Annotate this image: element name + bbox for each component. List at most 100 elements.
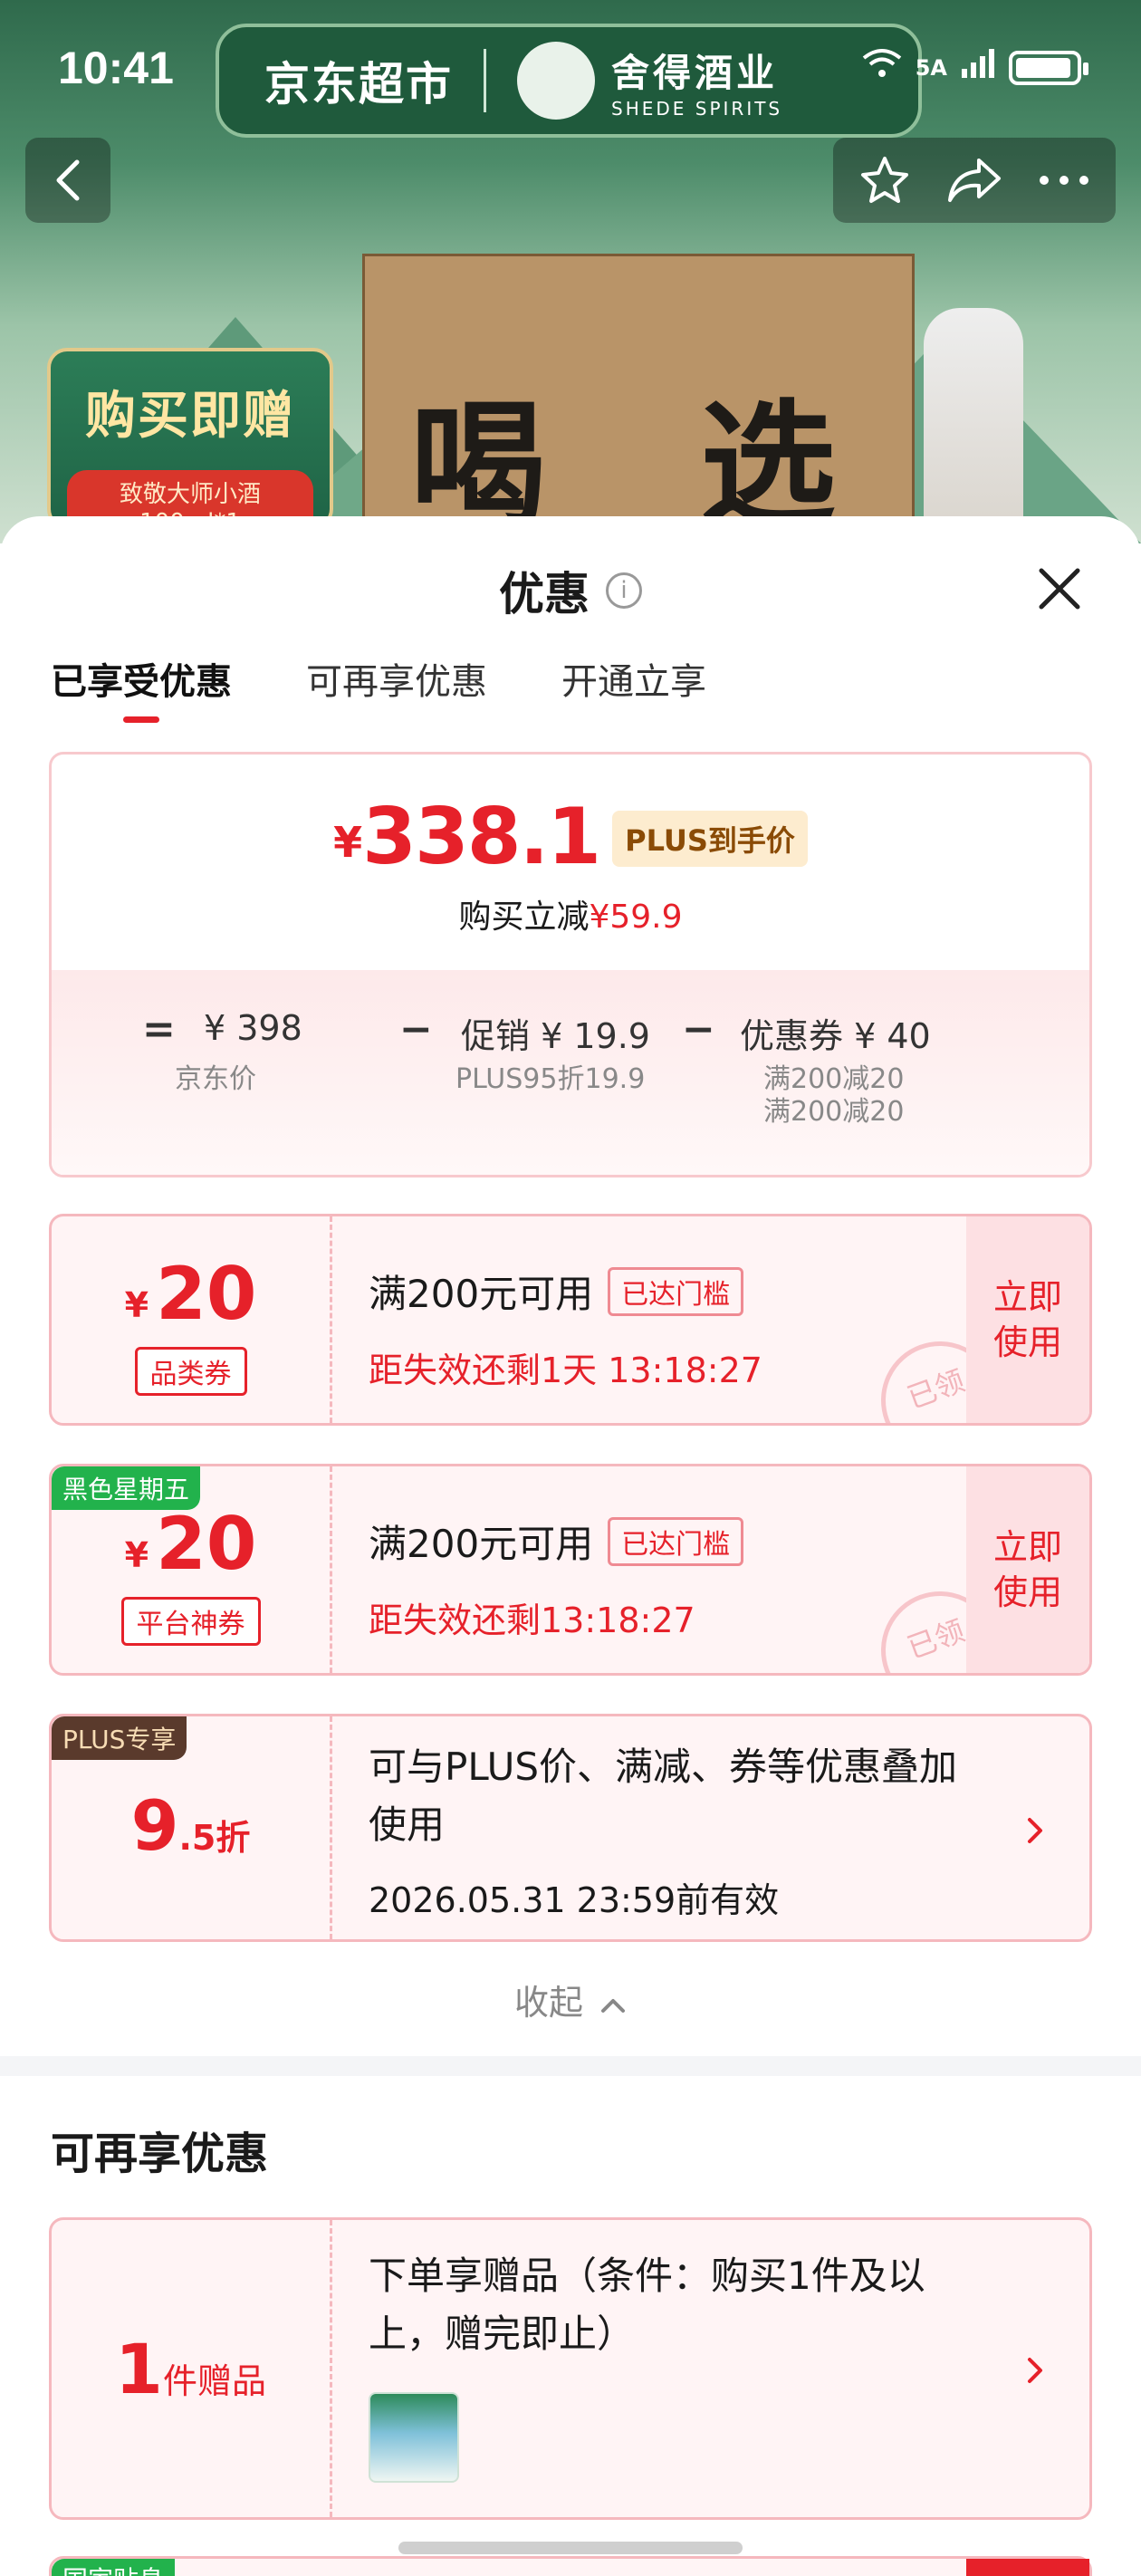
gift-description: 下单享赠品（条件：购买1件及以上，赠完即止） bbox=[369, 2254, 925, 2356]
back-arrow-icon bbox=[56, 159, 80, 201]
gift-promo-badge: 购买即赠 致敬大师小酒100ml*1 bbox=[47, 348, 333, 542]
gift-unit: 件赠品 bbox=[162, 2361, 266, 2401]
coupon-condition-text: 满200元可用 bbox=[369, 1272, 594, 1316]
discount-integer: 9 bbox=[130, 1785, 179, 1866]
chevron-right-icon bbox=[1028, 2358, 1042, 2383]
collapse-label: 收起 bbox=[513, 1983, 583, 2023]
chevron-up-icon bbox=[601, 1999, 626, 2013]
threshold-badge: 已达门槛 bbox=[608, 1516, 744, 1566]
coupon-type-badge: 品类券 bbox=[134, 1347, 247, 1396]
collapse-button[interactable]: 收起 bbox=[0, 1975, 1141, 2024]
close-icon bbox=[1039, 568, 1080, 610]
gift-product-thumbnail bbox=[369, 2392, 459, 2483]
coupon-card: ¥ 20 平台神券 黑色星期五 满200元可用 已达门槛 距失效还剩13:18:… bbox=[49, 1464, 1092, 1676]
coupon-condition: 满200减20 bbox=[763, 1063, 905, 1095]
tab-open-to-enjoy[interactable]: 开通立享 bbox=[561, 652, 706, 723]
final-price: ¥ 338.1 PLUS到手价 bbox=[52, 798, 1089, 876]
reduction-amount: ¥59.9 bbox=[589, 899, 683, 936]
coupon-condition-text: 满200元可用 bbox=[369, 1522, 594, 1566]
plus-discount-card[interactable]: 9.5折 PLUS专享 可与PLUS价、满减、券等优惠叠加使用 2026.05.… bbox=[49, 1714, 1092, 1942]
discount-fraction: .5折 bbox=[178, 1818, 251, 1858]
wifi-icon bbox=[861, 47, 903, 88]
coupon-card: ¥ 20 品类券 满200元可用 已达门槛 距失效还剩1天 13:18:27 已… bbox=[49, 1214, 1092, 1426]
currency-symbol: ¥ bbox=[124, 1285, 149, 1325]
coupon-info: 满200元可用 已达门槛 距失效还剩1天 13:18:27 bbox=[369, 1264, 762, 1392]
coupon-condition: 满200元可用 已达门槛 bbox=[369, 1264, 762, 1319]
sheet-title-text: 优惠 bbox=[499, 568, 590, 620]
discount-sheet: 优惠 i 已享受优惠 可再享优惠 开通立享 ¥ 338.1 PLUS到手价 购买立… bbox=[0, 516, 1141, 2576]
promotion-label: PLUS95折19.9 bbox=[455, 1063, 646, 1095]
status-time: 10:41 bbox=[58, 43, 174, 93]
coupon-amount-area: ¥ 20 品类券 bbox=[52, 1216, 332, 1423]
promotion-value: 促销 ¥ 19.9 bbox=[461, 1016, 650, 1056]
coupon-info: 满200元可用 已达门槛 距失效还剩13:18:27 bbox=[369, 1514, 744, 1642]
national-subsidy-tag: 国家贴息 bbox=[52, 2559, 176, 2576]
threshold-badge: 已达门槛 bbox=[608, 1266, 744, 1316]
box-character: 喝 bbox=[410, 388, 547, 543]
home-indicator[interactable] bbox=[398, 2542, 743, 2554]
more-button[interactable] bbox=[1023, 139, 1105, 221]
product-bottle-image bbox=[924, 308, 1023, 543]
reduction-label: 购买立减 bbox=[458, 899, 590, 936]
currency-symbol: ¥ bbox=[333, 818, 363, 867]
equals-sign: = bbox=[142, 1006, 176, 1053]
next-discount-card[interactable]: 国家贴息 bbox=[49, 2556, 1092, 2576]
more-discounts-title: 可再享优惠 bbox=[51, 2129, 269, 2179]
use-coupon-button[interactable]: 立即使用 bbox=[966, 1216, 1089, 1423]
coupon-amount-value: 20 bbox=[156, 1252, 257, 1336]
price-breakdown: = ¥ 398 京东价 − 促销 ¥ 19.9 PLUS95折19.9 − 优惠… bbox=[52, 970, 1089, 1175]
instant-reduction: 购买立减¥59.9 bbox=[52, 890, 1089, 937]
coupon-amount: ¥ 20 bbox=[52, 1258, 330, 1331]
use-coupon-label: 立即使用 bbox=[992, 1277, 1062, 1362]
use-coupon-label: 立即使用 bbox=[992, 1527, 1062, 1612]
status-icons: 5A bbox=[861, 47, 1088, 88]
back-button[interactable] bbox=[25, 138, 110, 223]
section-divider bbox=[0, 2056, 1141, 2076]
star-icon bbox=[861, 157, 909, 203]
minus-sign: − bbox=[682, 1006, 715, 1053]
coupon-type-badge: 平台神券 bbox=[120, 1597, 261, 1646]
plus-exclusive-tag: PLUS专享 bbox=[52, 1716, 187, 1760]
jd-price-value: ¥ 398 bbox=[204, 1008, 302, 1048]
coupon-value: 优惠券 ¥ 40 bbox=[740, 1016, 931, 1056]
currency-symbol: ¥ bbox=[124, 1535, 149, 1575]
price-summary-card: ¥ 338.1 PLUS到手价 购买立减¥59.9 = ¥ 398 京东价 − … bbox=[49, 752, 1092, 1177]
tab-enjoyed[interactable]: 已享受优惠 bbox=[51, 652, 232, 723]
signal-icon bbox=[960, 47, 996, 88]
gift-card[interactable]: 1件赠品 下单享赠品（条件：购买1件及以上，赠完即止） bbox=[49, 2217, 1092, 2520]
chevron-right-icon bbox=[1028, 1818, 1042, 1843]
more-icon bbox=[1039, 176, 1088, 185]
top-actions bbox=[833, 138, 1116, 223]
sheet-title: 优惠 i bbox=[0, 558, 1141, 623]
coupon-amount-value: 20 bbox=[156, 1502, 257, 1586]
coupon-expiry: 距失效还剩1天 13:18:27 bbox=[369, 1350, 762, 1390]
share-button[interactable] bbox=[934, 139, 1015, 221]
status-bar: 10:41 5A bbox=[0, 0, 1141, 136]
battery-icon bbox=[1009, 50, 1088, 85]
product-box-image: 喝 选 bbox=[362, 254, 915, 543]
share-icon bbox=[947, 159, 1001, 202]
next-card-action bbox=[966, 2559, 1089, 2576]
tab-more-available[interactable]: 可再享优惠 bbox=[306, 652, 487, 723]
final-price-value: 338.1 bbox=[362, 792, 601, 882]
coupon-expiry: 距失效还剩13:18:27 bbox=[369, 1600, 695, 1640]
discount-tabs: 已享受优惠 可再享优惠 开通立享 bbox=[51, 652, 706, 723]
info-icon[interactable]: i bbox=[606, 572, 642, 609]
gift-count-area: 1件赠品 bbox=[52, 2220, 332, 2517]
black-friday-tag: 黑色星期五 bbox=[52, 1466, 201, 1510]
network-type: 5A bbox=[915, 54, 947, 81]
promo-title: 购买即赠 bbox=[85, 387, 295, 446]
coupon-amount: ¥ 20 bbox=[52, 1508, 330, 1581]
coupon-condition: 满200减20 bbox=[763, 1096, 905, 1128]
plus-discount-description: 可与PLUS价、满减、券等优惠叠加使用 bbox=[369, 1745, 958, 1847]
jd-price-label: 京东价 bbox=[175, 1063, 256, 1095]
gift-count: 1 bbox=[115, 2329, 163, 2409]
coupon-condition: 满200元可用 已达门槛 bbox=[369, 1514, 744, 1569]
close-button[interactable] bbox=[1034, 563, 1085, 614]
plus-valid-date: 2026.05.31 23:59前有效 bbox=[369, 1880, 780, 1920]
minus-sign: − bbox=[399, 1006, 433, 1053]
favorite-button[interactable] bbox=[844, 139, 925, 221]
box-character: 选 bbox=[700, 388, 837, 543]
use-coupon-button[interactable]: 立即使用 bbox=[966, 1466, 1089, 1673]
plus-price-badge: PLUS到手价 bbox=[612, 811, 808, 867]
